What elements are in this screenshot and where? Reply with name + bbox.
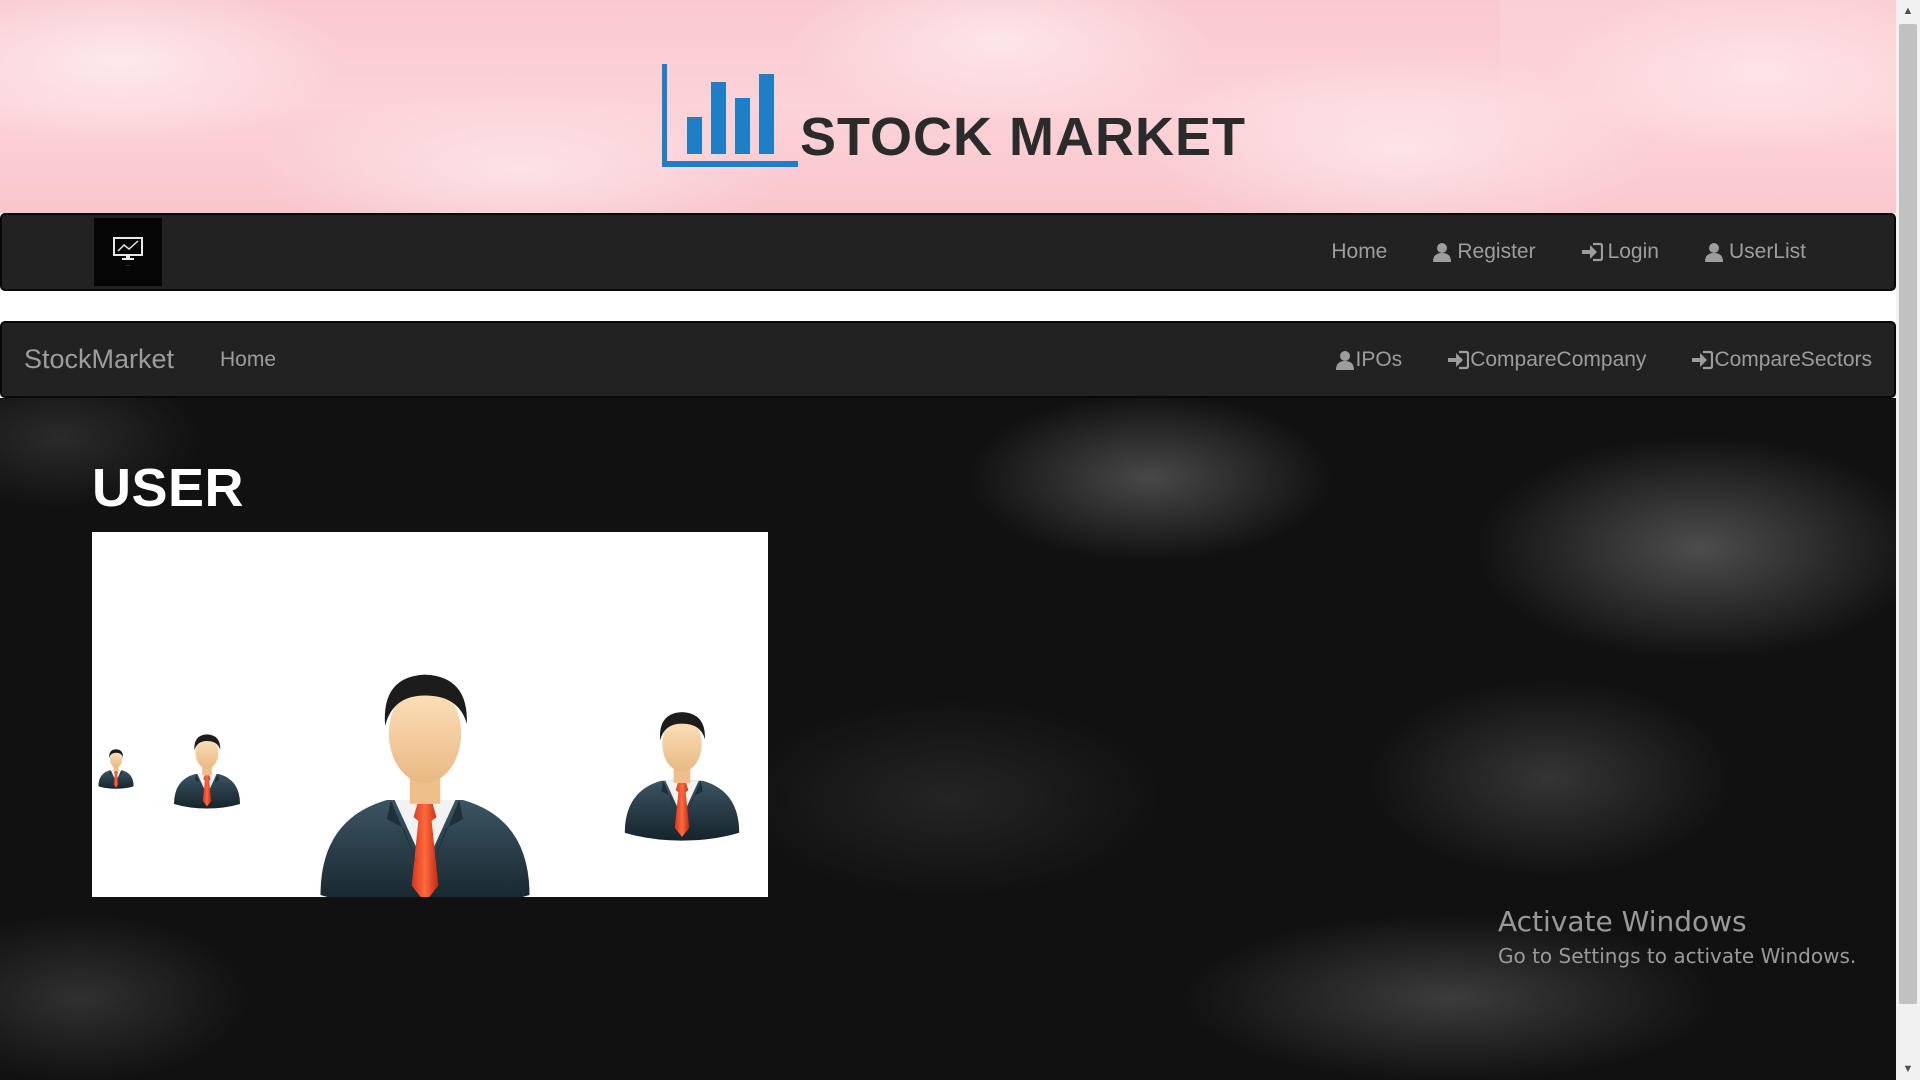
secnav-home[interactable]: Home xyxy=(220,323,276,396)
header-banner: STOCK MARKET xyxy=(0,0,1896,213)
logo-caption: ···· xyxy=(125,262,131,268)
secondary-navbar: StockMarket Home IPOs CompareCompany Com… xyxy=(0,321,1896,398)
nav-compare-sectors-label: CompareSectors xyxy=(1714,347,1872,371)
nav-compare-company-label: CompareCompany xyxy=(1470,347,1647,371)
nav-login-label: Login xyxy=(1607,240,1659,263)
page-heading: USER xyxy=(92,458,245,518)
nav-userlist[interactable]: UserList xyxy=(1704,240,1806,264)
vertical-scrollbar[interactable]: ▲ ▼ xyxy=(1896,0,1920,1080)
secnav-links: IPOs CompareCompany CompareSectors xyxy=(1290,323,1872,396)
monitor-chart-icon xyxy=(113,236,143,260)
nav-userlist-label: UserList xyxy=(1728,240,1806,263)
top-navbar: ···· Home Register Login UserList xyxy=(0,213,1896,291)
windows-activation-watermark: Activate Windows Go to Settings to activ… xyxy=(1498,905,1856,968)
nav-ipos[interactable]: IPOs xyxy=(1335,347,1403,372)
nav-home-label: Home xyxy=(1331,240,1388,263)
nav-compare-sectors[interactable]: CompareSectors xyxy=(1691,348,1872,372)
nav-ipos-label: IPOs xyxy=(1355,347,1403,371)
nav-login[interactable]: Login xyxy=(1581,240,1659,264)
scroll-up-arrow-icon[interactable]: ▲ xyxy=(1896,0,1920,22)
top-nav-links: Home Register Login UserList xyxy=(1286,215,1806,289)
nav-register-label: Register xyxy=(1457,240,1536,263)
secnav-brand[interactable]: StockMarket xyxy=(24,323,174,396)
login-icon xyxy=(1448,350,1470,369)
site-logo[interactable]: ···· xyxy=(94,218,162,286)
banner-texture xyxy=(1500,0,1896,213)
user-image xyxy=(92,532,768,897)
nav-compare-company[interactable]: CompareCompany xyxy=(1447,348,1646,372)
businessman-icons xyxy=(98,674,740,897)
nav-register[interactable]: Register xyxy=(1432,240,1536,264)
scroll-down-arrow-icon[interactable]: ▼ xyxy=(1896,1058,1920,1080)
page: STOCK MARKET ···· Home Register Login Us… xyxy=(0,0,1896,1080)
bar-chart-icon xyxy=(662,64,798,167)
watermark-subtitle: Go to Settings to activate Windows. xyxy=(1498,944,1857,968)
brand-title: STOCK MARKET xyxy=(800,107,1247,167)
watermark-title: Activate Windows xyxy=(1498,905,1747,938)
user-icon xyxy=(1433,243,1452,262)
scrollbar-thumb[interactable] xyxy=(1899,24,1917,1004)
login-icon xyxy=(1581,242,1603,262)
user-icon xyxy=(1704,243,1723,262)
login-icon xyxy=(1692,350,1714,369)
user-icon xyxy=(1335,350,1354,370)
brand: STOCK MARKET xyxy=(658,58,1246,168)
nav-home[interactable]: Home xyxy=(1331,240,1387,264)
